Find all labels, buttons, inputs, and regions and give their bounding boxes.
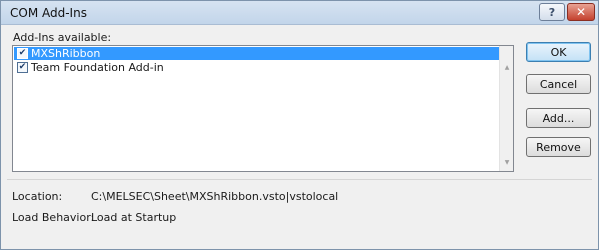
scroll-down-icon[interactable]: ▼: [500, 155, 514, 169]
close-icon: ✕: [575, 5, 587, 19]
remove-button[interactable]: Remove: [526, 137, 591, 157]
check-icon: ✔: [18, 48, 27, 58]
list-item-label: MXShRibbon: [31, 47, 101, 60]
list-item-label: Team Foundation Add-in: [31, 61, 164, 74]
add-button-label: Add...: [542, 111, 575, 125]
scroll-up-icon[interactable]: ▲: [500, 60, 514, 74]
close-button[interactable]: ✕: [567, 3, 595, 21]
load-behavior-value: Load at Startup: [91, 211, 177, 224]
dialog-title: COM Add-Ins: [10, 6, 87, 20]
checkbox-mxshribbon[interactable]: ✔: [17, 48, 28, 59]
check-icon: ✔: [18, 62, 27, 72]
remove-button-label: Remove: [536, 140, 581, 154]
list-item-mxshribbon[interactable]: ✔ MXShRibbon: [14, 47, 499, 60]
add-button[interactable]: Add...: [526, 108, 591, 128]
addins-available-label: Add-Ins available:: [13, 31, 111, 44]
title-bar[interactable]: COM Add-Ins ? ✕: [1, 1, 598, 25]
list-item-team-foundation[interactable]: ✔ Team Foundation Add-in: [14, 61, 499, 74]
location-label: Location:: [12, 190, 63, 203]
location-value: C:\MELSEC\Sheet\MXShRibbon.vsto|vstoloca…: [91, 190, 339, 203]
cancel-button-label: Cancel: [539, 77, 578, 91]
ok-button-label: OK: [550, 45, 567, 59]
cancel-button[interactable]: Cancel: [526, 74, 591, 94]
vertical-scrollbar[interactable]: ▲ ▼: [499, 46, 513, 171]
addins-available-label-text: Add-Ins available:: [13, 31, 112, 44]
divider: [7, 179, 592, 180]
com-addins-dialog: COM Add-Ins ? ✕ Add-Ins available: ✔ MXS…: [0, 0, 599, 250]
help-icon: ?: [548, 5, 556, 19]
help-button[interactable]: ?: [539, 3, 565, 21]
checkbox-team-foundation[interactable]: ✔: [17, 62, 28, 73]
load-behavior-label: Load Behavior:: [12, 211, 95, 224]
addins-list[interactable]: ✔ MXShRibbon ✔ Team Foundation Add-in ▲ …: [12, 45, 514, 172]
ok-button[interactable]: OK: [526, 42, 591, 62]
